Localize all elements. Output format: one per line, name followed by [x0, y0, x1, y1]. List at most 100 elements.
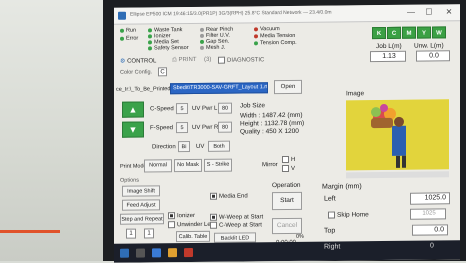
status-dot-icon [200, 27, 204, 32]
job-length-value: 1.13 [370, 50, 406, 63]
uv-label: UV [196, 143, 205, 150]
menu-diagnostic[interactable]: DIAGNOSTIC [218, 56, 264, 64]
browser-icon[interactable] [152, 248, 161, 258]
media-end-checkbox[interactable] [210, 192, 217, 200]
print-mode-strike[interactable]: S - Strike [204, 158, 232, 172]
control-icon: ⚙ [120, 58, 126, 65]
app-icon [118, 11, 126, 20]
image-shift-button[interactable]: Image Shift [122, 185, 160, 197]
f-speed-label: F-Speed [150, 125, 174, 132]
search-icon[interactable] [136, 248, 145, 258]
print-mode-normal[interactable]: Normal [144, 159, 172, 173]
status-dot-icon [148, 39, 152, 45]
window-title: Ellipse EP500 ICM 19:46:15/3.0(PR1P) 3G/… [130, 9, 332, 18]
margin-right-input[interactable]: 0 [430, 242, 434, 249]
uv-power-r-value[interactable]: 80 [218, 121, 232, 133]
image-preview-art [346, 99, 449, 171]
margin-heading: Margin (mm) [322, 183, 362, 191]
status-vacuum: Vacuum [254, 26, 280, 32]
mirror-v[interactable]: V [282, 164, 295, 173]
color-config-value[interactable]: C [158, 67, 167, 77]
status-dot-icon [254, 40, 258, 45]
minimize-button[interactable]: — [404, 7, 418, 19]
status-tension-comp: Tension Comp. [254, 40, 297, 46]
start-button[interactable]: Start [272, 191, 302, 211]
w-weep-checkbox[interactable] [210, 213, 217, 221]
skip-home-input[interactable]: 1025 [410, 208, 446, 220]
margin-left-input[interactable]: 1025.0 [410, 192, 450, 205]
arrow-down-button[interactable]: ▼ [122, 121, 144, 138]
direction-label: Direction [152, 144, 176, 151]
color-config-label: Color Config. [120, 69, 153, 76]
job-size-height: Height : 1132.78 (mm) [240, 119, 305, 128]
ionizer-checkbox[interactable] [168, 212, 175, 220]
uv-power-l-value[interactable]: 80 [218, 102, 232, 114]
skip-home-option[interactable]: Skip Home [328, 211, 369, 219]
status-dot-icon [200, 45, 204, 50]
open-button[interactable]: Open [274, 79, 302, 95]
image-preview [346, 99, 449, 171]
uv-power-l-label: UV Pwr L [192, 105, 218, 112]
status-dot-icon [148, 45, 152, 51]
unwind-length-label: Unw. L(m) [414, 42, 444, 50]
step-repeat-button[interactable]: Step and Repeat [120, 213, 164, 225]
status-dot-icon [200, 33, 204, 38]
job-size-quality: Quality : 450 X 1200 [240, 127, 299, 136]
w-weep-option[interactable]: W-Weep at Start [210, 213, 263, 221]
margin-top-input[interactable]: 0.0 [412, 224, 448, 236]
app-window: Ellipse EP500 ICM 19:46:15/3.0(PR1P) 3G/… [114, 4, 460, 263]
ink-w: W [432, 26, 446, 39]
feed-adjust-button[interactable]: Feed Adjust [122, 199, 160, 211]
image-preview-toolbar [346, 171, 449, 179]
media-end-option[interactable]: Media End [210, 192, 248, 200]
ink-k: K [372, 26, 386, 40]
progress-percent: 0% [296, 233, 304, 240]
taskbar [114, 240, 460, 263]
unwinder-checkbox[interactable] [168, 221, 175, 229]
f-speed-value[interactable]: 5 [176, 122, 188, 134]
skip-home-checkbox[interactable] [328, 211, 335, 219]
image-heading: Image [346, 90, 365, 98]
ionizer-option[interactable]: Ionizer [168, 212, 195, 220]
repeat-count-b[interactable]: 1 [144, 228, 154, 239]
mirror-h-checkbox[interactable] [282, 155, 289, 164]
status-dot-icon [148, 33, 152, 39]
c-speed-label: C-Speed [150, 106, 174, 113]
status-run: Run [120, 28, 136, 34]
arrow-up-button[interactable]: ▲ [122, 101, 144, 118]
folder-icon[interactable] [168, 248, 177, 258]
mirror-h[interactable]: H [282, 155, 295, 164]
c-weep-option[interactable]: C-Weep at Start [210, 221, 262, 229]
uv-both-value[interactable]: Both [208, 140, 230, 152]
print-mode-no-mask[interactable]: No Mask [174, 158, 202, 173]
menu-print[interactable]: ⎙ PRINT [172, 57, 196, 64]
status-dot-icon [120, 36, 124, 41]
mirror-v-checkbox[interactable] [282, 164, 289, 173]
direction-value[interactable]: Bi [178, 141, 190, 153]
print-icon: ⎙ [172, 57, 177, 64]
diagnostic-checkbox[interactable] [218, 56, 225, 64]
status-mesh: Mesh J. [200, 45, 225, 51]
ink-m: M [402, 26, 416, 39]
unwinder-option[interactable]: Unwinder Len [168, 221, 214, 229]
ink-y: Y [417, 26, 431, 39]
close-button[interactable]: ✕ [442, 6, 456, 18]
windows-start-icon[interactable] [120, 248, 129, 258]
c-speed-value[interactable]: 5 [176, 103, 188, 115]
status-dot-icon [200, 39, 204, 44]
backlit-led-button[interactable]: Backlit LED [214, 232, 256, 243]
c-weep-checkbox[interactable] [210, 221, 217, 229]
app-taskbar-icon[interactable] [184, 247, 193, 258]
title-bar: Ellipse EP500 ICM 19:46:15/3.0(PR1P) 3G/… [114, 4, 460, 25]
repeat-count-a[interactable]: 1 [126, 228, 136, 239]
file-path-input[interactable]: Sbedit\TR3000-SAV-GRFT_Layout 1.rt [170, 82, 268, 95]
options-heading: Options [120, 177, 139, 184]
cancel-button[interactable]: Cancel [272, 217, 302, 235]
status-dot-icon [120, 28, 124, 33]
menu-control[interactable]: ⚙ CONTROL [120, 57, 156, 64]
calib-table-button[interactable]: Calib. Table [176, 230, 210, 243]
operation-heading: Operation [272, 181, 301, 190]
background-red-stripe [0, 230, 60, 233]
maximize-button[interactable]: ☐ [422, 6, 436, 18]
job-size-heading: Job Size [240, 102, 265, 110]
